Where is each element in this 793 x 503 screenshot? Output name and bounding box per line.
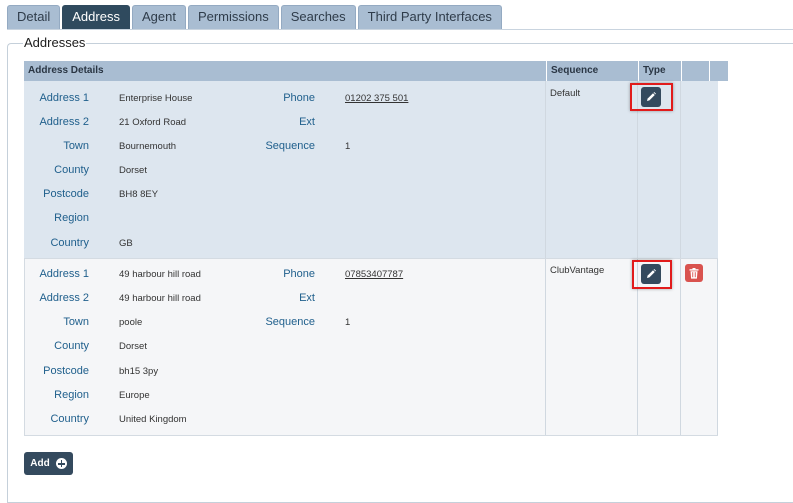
table-row: Address 1 Enterprise House Address 2 21 … xyxy=(24,81,718,259)
label-town: Town xyxy=(63,316,89,328)
label-phone: Phone xyxy=(283,92,315,104)
label-postcode: Postcode xyxy=(43,188,89,200)
label-postcode: Postcode xyxy=(43,365,89,377)
delete-button[interactable] xyxy=(685,264,703,282)
addresses-table: Address Details Sequence Type Address 1 … xyxy=(24,61,728,436)
phone-link[interactable]: 01202 375 501 xyxy=(345,93,408,104)
label-county: County xyxy=(54,164,89,176)
header-type: Type xyxy=(638,61,681,81)
tab-searches[interactable]: Searches xyxy=(280,5,356,29)
tab-permissions[interactable]: Permissions xyxy=(187,5,279,29)
tab-bar: Detail Address Agent Permissions Searche… xyxy=(7,5,504,29)
column-divider xyxy=(680,81,681,258)
value-county: Dorset xyxy=(119,341,147,352)
label-region: Region xyxy=(54,212,89,224)
column-divider xyxy=(545,259,546,435)
tab-divider xyxy=(7,29,793,30)
label-address2: Address 2 xyxy=(39,292,89,304)
value-sequence: 1 xyxy=(345,141,351,152)
label-country: Country xyxy=(50,413,89,425)
value-country: United Kingdom xyxy=(119,414,187,425)
label-country: Country xyxy=(50,237,89,249)
edit-button[interactable] xyxy=(641,264,661,284)
value-address2: 49 harbour hill road xyxy=(119,293,201,304)
label-sequence: Sequence xyxy=(265,316,315,328)
plus-circle-icon xyxy=(55,458,67,469)
value-sequence: 1 xyxy=(345,317,351,328)
value-postcode: BH8 8EY xyxy=(119,189,159,200)
label-sequence: Sequence xyxy=(265,140,315,152)
column-divider xyxy=(717,259,718,435)
table-header: Address Details Sequence Type xyxy=(24,61,728,81)
value-region: Europe xyxy=(119,390,150,401)
header-empty xyxy=(681,61,709,81)
value-address2: 21 Oxford Road xyxy=(119,117,187,128)
column-divider xyxy=(680,259,681,435)
tab-detail[interactable]: Detail xyxy=(7,5,61,29)
header-sequence: Sequence xyxy=(546,61,638,81)
value-town: poole xyxy=(119,317,143,328)
label-address1: Address 1 xyxy=(39,268,89,280)
header-empty xyxy=(709,61,728,81)
value-country: GB xyxy=(119,238,133,249)
pencil-icon xyxy=(647,92,656,101)
label-phone: Phone xyxy=(283,268,315,280)
tab-address[interactable]: Address xyxy=(62,5,130,29)
column-divider xyxy=(545,81,546,258)
add-address-button[interactable]: Add xyxy=(24,452,73,475)
label-address1: Address 1 xyxy=(39,92,89,104)
sequence-column-value: Default xyxy=(550,88,581,99)
edit-button[interactable] xyxy=(641,87,661,107)
value-address1: Enterprise House xyxy=(119,93,193,104)
trash-icon xyxy=(689,267,699,279)
label-ext: Ext xyxy=(299,292,315,304)
tab-agent[interactable]: Agent xyxy=(131,5,186,29)
sequence-column-value: ClubVantage xyxy=(550,265,605,276)
pencil-icon xyxy=(647,269,656,278)
section-title: Addresses xyxy=(23,35,87,50)
label-town: Town xyxy=(63,140,89,152)
label-region: Region xyxy=(54,389,89,401)
value-address1: 49 harbour hill road xyxy=(119,269,201,280)
phone-link[interactable]: 07853407787 xyxy=(345,269,403,280)
value-postcode: bh15 3py xyxy=(119,366,159,377)
label-address2: Address 2 xyxy=(39,116,89,128)
tab-third-party-interfaces[interactable]: Third Party Interfaces xyxy=(357,5,502,29)
value-county: Dorset xyxy=(119,165,147,176)
value-town: Bournemouth xyxy=(119,141,177,152)
label-ext: Ext xyxy=(299,116,315,128)
add-button-label: Add xyxy=(30,458,50,469)
label-county: County xyxy=(54,340,89,352)
table-row: Address 1 49 harbour hill road Address 2… xyxy=(24,259,718,436)
header-address-details: Address Details xyxy=(28,65,104,76)
